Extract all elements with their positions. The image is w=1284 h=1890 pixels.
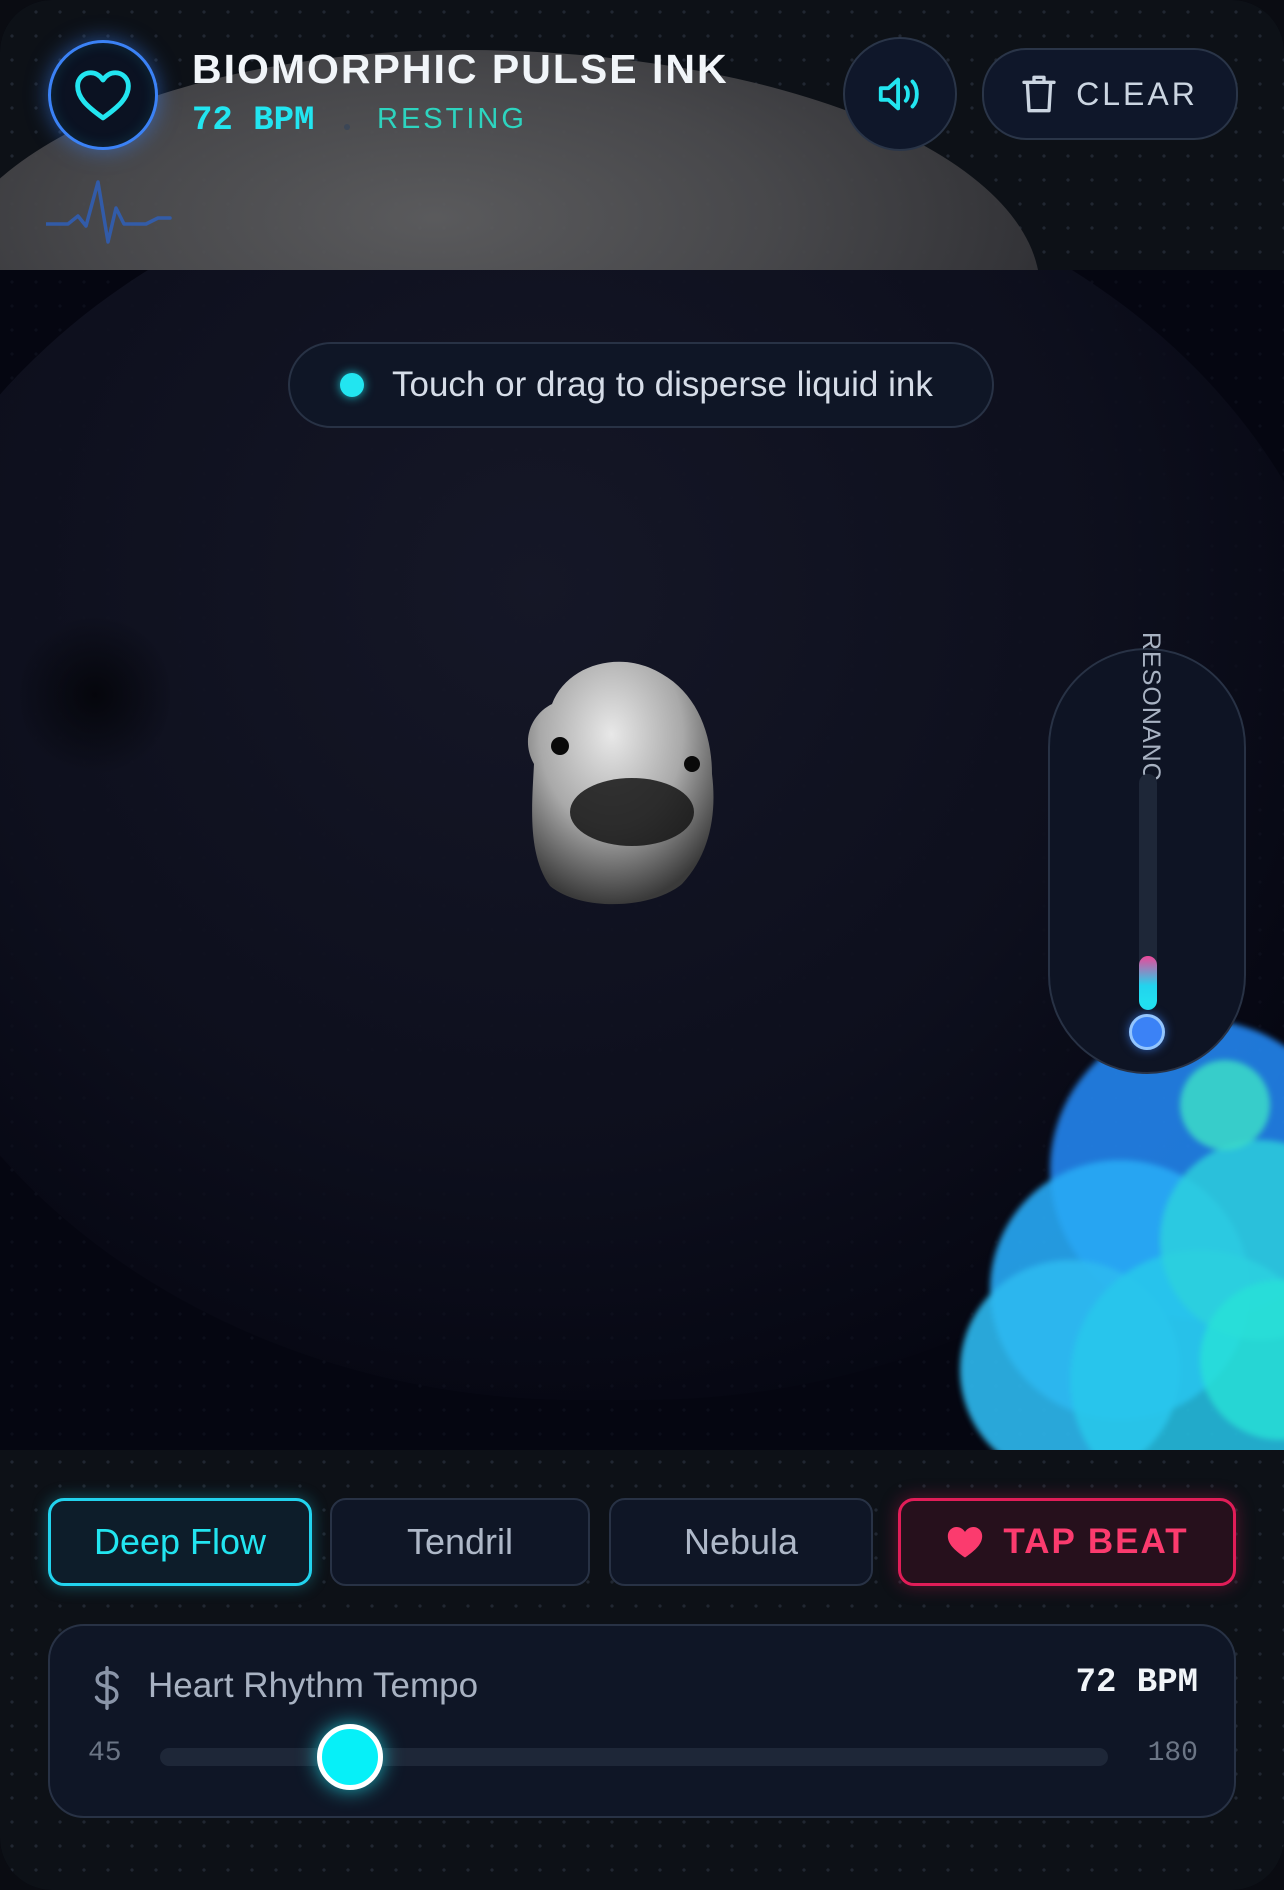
ink-creature [527, 661, 714, 905]
clear-button-label: CLEAR [1076, 75, 1198, 112]
header-bar: BIOMORPHIC PULSE INK 72 BPM RESTING CLEA… [0, 0, 1284, 270]
resonance-track[interactable] [1139, 774, 1157, 1010]
control-panel: Deep Flow Tendril Nebula TAP BEAT Heart … [0, 1450, 1284, 1890]
hint-indicator-dot [340, 373, 364, 397]
tempo-value: 72 BPM [1075, 1664, 1198, 1702]
heart-state-label: RESTING [377, 103, 527, 135]
heart-filled-icon [948, 1526, 983, 1558]
resonance-fill [1139, 955, 1157, 1010]
clear-button[interactable]: CLEAR [982, 48, 1238, 140]
mode-nebula-button[interactable]: Nebula [609, 1498, 873, 1586]
tempo-min-label: 45 [88, 1738, 122, 1769]
bpm-readout: 72 BPM [192, 102, 315, 140]
mode-label: Deep Flow [93, 1521, 267, 1562]
trash-icon [1022, 75, 1056, 113]
app-title: BIOMORPHIC PULSE INK [192, 46, 729, 92]
tempo-slider-thumb[interactable] [316, 1724, 383, 1790]
resonance-label: RESONANC– [1137, 632, 1165, 792]
sound-toggle-button[interactable] [843, 37, 957, 151]
ink-dark-spot [20, 610, 170, 780]
heart-icon [75, 70, 131, 121]
mode-tendril-button[interactable]: Tendril [330, 1498, 590, 1586]
tempo-card: Heart Rhythm Tempo 72 BPM 45 180 [48, 1624, 1236, 1818]
mode-label: Tendril [406, 1521, 514, 1562]
dollar-icon [94, 1666, 119, 1710]
tempo-max-label: 180 [1147, 1738, 1198, 1769]
tempo-slider-track[interactable] [160, 1724, 1108, 1790]
ink-canvas[interactable]: Touch or drag to disperse liquid ink RES… [0, 270, 1284, 1450]
mode-label: Nebula [683, 1521, 799, 1562]
tap-beat-label: TAP BEAT [1003, 1522, 1189, 1561]
speaker-icon [878, 77, 919, 111]
mode-deep-flow-button[interactable]: Deep Flow [48, 1498, 312, 1586]
interaction-hint: Touch or drag to disperse liquid ink [288, 342, 994, 428]
status-separator [344, 124, 350, 130]
ecg-icon [46, 180, 172, 244]
hint-text: Touch or drag to disperse liquid ink [392, 365, 933, 404]
tap-beat-button[interactable]: TAP BEAT [898, 1498, 1236, 1586]
resonance-knob[interactable] [1129, 1014, 1165, 1050]
heart-logo-button[interactable] [48, 40, 158, 150]
app-frame: BIOMORPHIC PULSE INK 72 BPM RESTING CLEA… [0, 0, 1284, 1890]
tempo-label: Heart Rhythm Tempo [148, 1666, 479, 1705]
